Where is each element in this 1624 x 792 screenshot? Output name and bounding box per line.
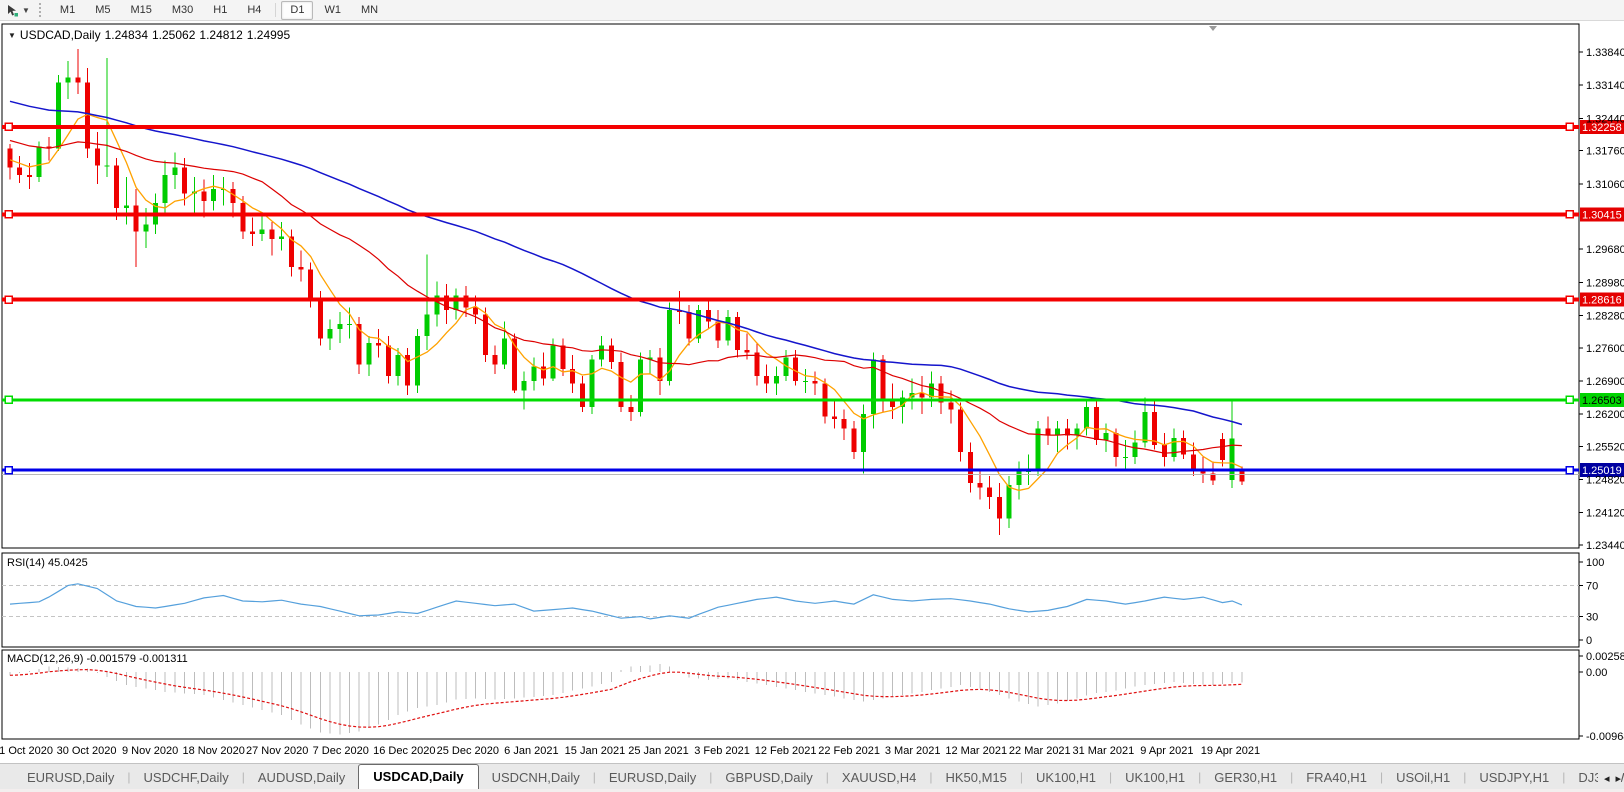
trading-terminal-window: ▼ M1 M5 M15 M30 H1 H4 D1 W1 MN 1.32258 1.30415 1.2…	[0, 0, 1624, 792]
tab-7-xauusd-h4[interactable]: XAUUSD,H4	[829, 766, 929, 790]
svg-text:9 Apr 2021: 9 Apr 2021	[1140, 745, 1193, 757]
svg-text:15 Jan 2021: 15 Jan 2021	[565, 745, 626, 757]
svg-text:1.28980: 1.28980	[1586, 277, 1624, 289]
svg-text:9 Nov 2020: 9 Nov 2020	[122, 745, 178, 757]
tab-5-eurusd-daily[interactable]: EURUSD,Daily	[596, 766, 709, 790]
svg-text:22 Mar 2021: 22 Mar 2021	[1009, 745, 1071, 757]
tab-8-hk50-m15[interactable]: HK50,M15	[932, 766, 1019, 790]
svg-text:0.00258: 0.00258	[1586, 651, 1624, 663]
svg-text:21 Oct 2020: 21 Oct 2020	[0, 745, 53, 757]
svg-text:3 Feb 2021: 3 Feb 2021	[694, 745, 750, 757]
svg-text:1.25520: 1.25520	[1586, 441, 1624, 453]
price-chart[interactable]: 1.322581.304151.286161.265031.250191.338…	[0, 0, 1624, 763]
tab-11-ger30-h1[interactable]: GER30,H1	[1201, 766, 1290, 790]
svg-text:18 Nov 2020: 18 Nov 2020	[182, 745, 244, 757]
tab-2-audusd-daily[interactable]: AUDUSD,Daily	[245, 766, 358, 790]
ohlc-low: 1.24812	[199, 28, 243, 42]
svg-text:1.23440: 1.23440	[1586, 540, 1624, 552]
tab-scroll-right-icon[interactable]: ▸	[1615, 772, 1621, 785]
svg-text:1.29680: 1.29680	[1586, 244, 1624, 256]
timeframe-button-m30[interactable]: M30	[163, 1, 202, 20]
svg-text:6 Jan 2021: 6 Jan 2021	[504, 745, 558, 757]
chart-tab-bar: EURUSD,Daily | USDCHF,Daily | AUDUSD,Daily US…	[0, 763, 1624, 790]
chevron-down-icon: ▼	[22, 5, 30, 15]
svg-text:3 Mar 2021: 3 Mar 2021	[885, 745, 941, 757]
tab-14-usdjpy-h1[interactable]: USDJPY,H1	[1466, 766, 1562, 790]
tab-3-usdcad-daily[interactable]: USDCAD,Daily	[358, 764, 479, 790]
ohlc-close: 1.24995	[246, 28, 291, 42]
chart-tabs: EURUSD,Daily | USDCHF,Daily | AUDUSD,Daily US…	[0, 764, 1624, 790]
svg-text:25 Dec 2020: 25 Dec 2020	[437, 745, 499, 757]
timeframe-button-m1[interactable]: M1	[51, 1, 84, 20]
svg-text:1.24120: 1.24120	[1586, 508, 1624, 520]
svg-text:27 Nov 2020: 27 Nov 2020	[246, 745, 308, 757]
tab-1-usdchf-daily[interactable]: USDCHF,Daily	[131, 766, 242, 790]
svg-text:1.26900: 1.26900	[1586, 376, 1624, 388]
cursor-tool-icon	[8, 4, 18, 16]
timeframe-button-group: M1 M5 M15 M30 H1 H4 D1 W1 MN	[50, 0, 388, 20]
svg-text:1.27600: 1.27600	[1586, 343, 1624, 355]
chart-title: ▼ USDCAD,Daily 1.24834 1.25062 1.24812 1.2499…	[8, 28, 294, 42]
svg-text:30: 30	[1586, 612, 1598, 624]
svg-text:0: 0	[1586, 635, 1592, 647]
svg-text:25 Jan 2021: 25 Jan 2021	[628, 745, 689, 757]
svg-text:1.32440: 1.32440	[1586, 113, 1624, 125]
tab-6-gbpusd-daily[interactable]: GBPUSD,Daily	[712, 766, 825, 790]
timeframe-button-mn[interactable]: MN	[352, 1, 387, 20]
tab-0-eurusd-daily[interactable]: EURUSD,Daily	[14, 766, 127, 790]
svg-text:70: 70	[1586, 580, 1598, 592]
svg-text:16 Dec 2020: 16 Dec 2020	[373, 745, 435, 757]
svg-text:1.26503: 1.26503	[1582, 395, 1622, 407]
svg-text:100: 100	[1586, 557, 1604, 569]
ohlc-open: 1.24834	[104, 28, 148, 42]
svg-text:1.31760: 1.31760	[1586, 146, 1624, 158]
timeframe-button-w1[interactable]: W1	[315, 1, 350, 20]
tab-scroll-left-icon[interactable]: ◂	[1604, 772, 1610, 785]
svg-text:1.26200: 1.26200	[1586, 409, 1624, 421]
svg-text:1.30415: 1.30415	[1582, 209, 1622, 221]
toolbar-separator	[275, 3, 277, 17]
timeframe-button-d1[interactable]: D1	[281, 0, 314, 20]
tab-10-uk100-h1[interactable]: UK100,H1	[1112, 766, 1198, 790]
svg-text:7 Dec 2020: 7 Dec 2020	[313, 745, 369, 757]
svg-text:1.31060: 1.31060	[1586, 179, 1624, 191]
timeframe-button-m15[interactable]: M15	[121, 1, 160, 20]
svg-text:1.28280: 1.28280	[1586, 311, 1624, 323]
svg-text:1.33840: 1.33840	[1586, 47, 1624, 59]
svg-text:1.24820: 1.24820	[1586, 475, 1624, 487]
svg-text:-0.009687: -0.009687	[1586, 731, 1624, 743]
svg-text:12 Mar 2021: 12 Mar 2021	[945, 745, 1007, 757]
chart-toolbar: ▼ M1 M5 M15 M30 H1 H4 D1 W1 MN	[0, 0, 1624, 21]
svg-text:31 Mar 2021: 31 Mar 2021	[1072, 745, 1134, 757]
timeframe-button-h1[interactable]: H1	[204, 1, 236, 20]
svg-text:1.28616: 1.28616	[1582, 295, 1622, 307]
tab-13-usoil-h1[interactable]: USOil,H1	[1383, 766, 1463, 790]
rsi-indicator-label: RSI(14) 45.0425	[7, 557, 88, 569]
ohlc-high: 1.25062	[152, 28, 196, 42]
chart-title-symbol: USDCAD,Daily	[19, 28, 101, 42]
svg-text:30 Oct 2020: 30 Oct 2020	[57, 745, 117, 757]
macd-indicator-label: MACD(12,26,9) -0.001579 -0.001311	[7, 653, 188, 665]
timeframe-button-m5[interactable]: M5	[86, 1, 119, 20]
triangle-down-icon: ▼	[8, 31, 16, 40]
toolbar-grip	[38, 3, 43, 17]
cursor-tool-button[interactable]: ▼	[2, 3, 34, 18]
svg-text:12 Feb 2021: 12 Feb 2021	[755, 745, 817, 757]
tab-scroll-controls: ◂ ▸	[1597, 772, 1621, 785]
svg-text:0.00: 0.00	[1586, 667, 1607, 679]
svg-text:22 Feb 2021: 22 Feb 2021	[818, 745, 880, 757]
tab-9-uk100-h1[interactable]: UK100,H1	[1023, 766, 1109, 790]
svg-text:19 Apr 2021: 19 Apr 2021	[1201, 745, 1260, 757]
tab-4-usdcnh-daily[interactable]: USDCNH,Daily	[479, 766, 593, 790]
tab-12-fra40-h1[interactable]: FRA40,H1	[1293, 766, 1380, 790]
svg-text:1.33140: 1.33140	[1586, 80, 1624, 92]
timeframe-button-h4[interactable]: H4	[238, 1, 270, 20]
